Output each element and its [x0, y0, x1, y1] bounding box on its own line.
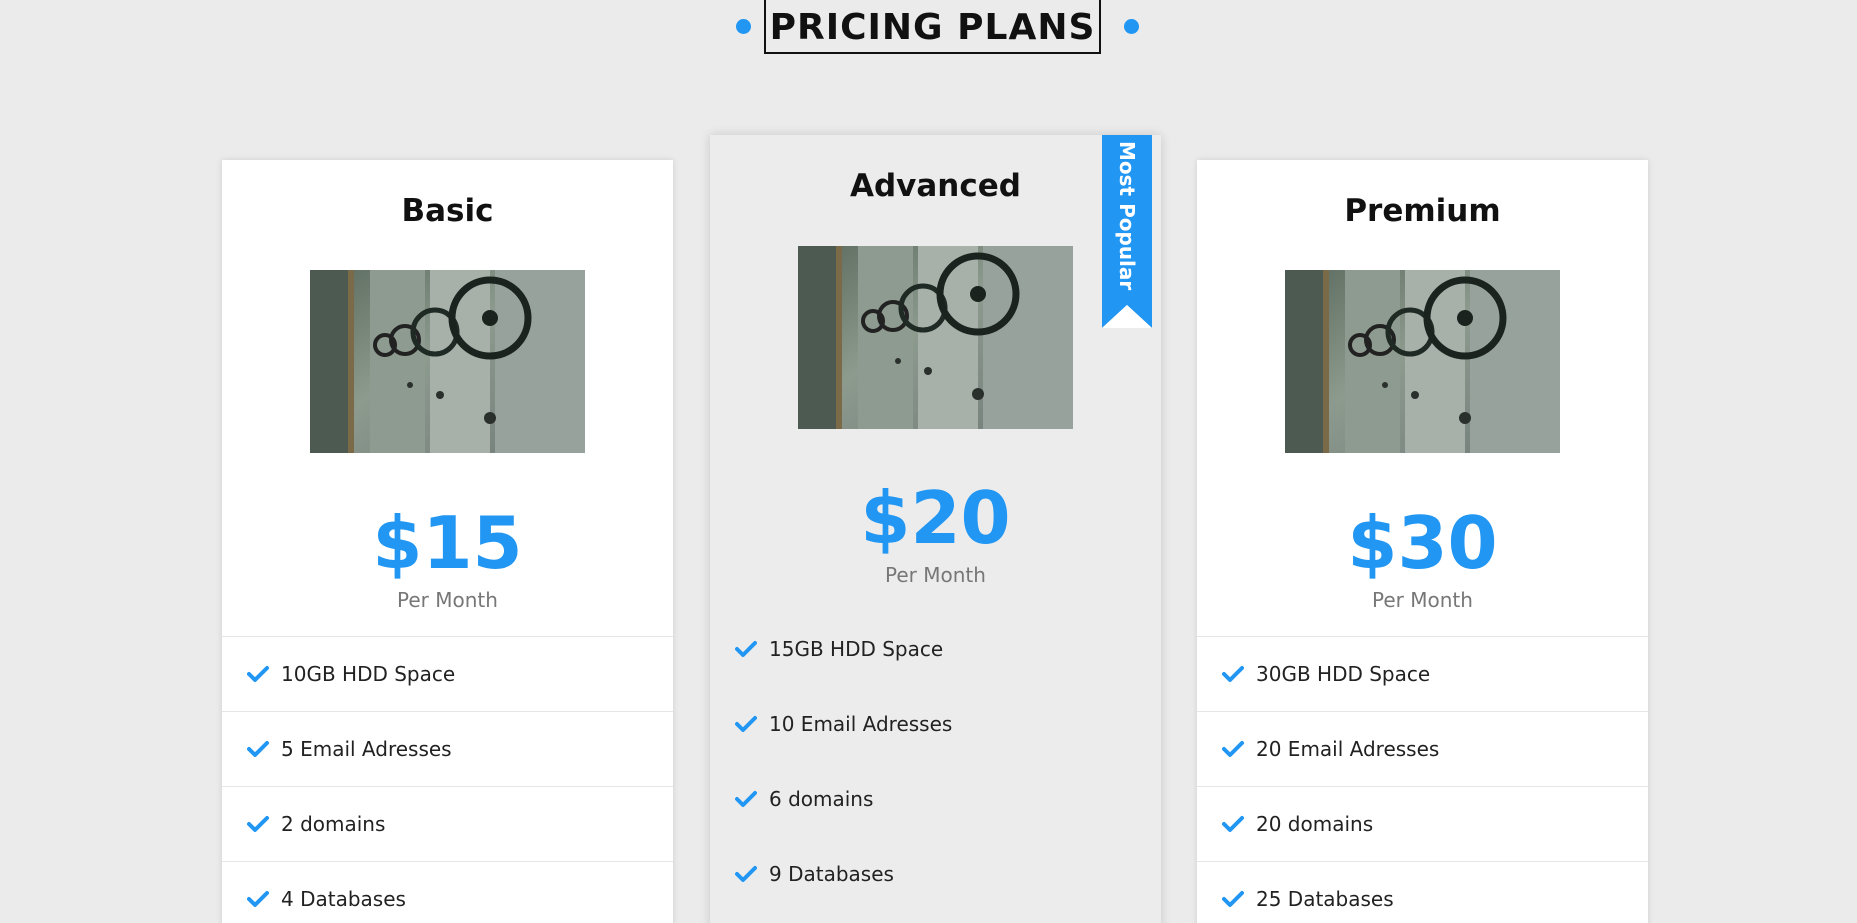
section-title: PRICING PLANS	[764, 0, 1101, 54]
plan-image	[1285, 270, 1560, 453]
check-icon	[735, 640, 757, 657]
feature-item: 2 domains	[222, 786, 673, 861]
plan-card-basic: Basic $15 Per Month 10GB HDD Space 5 Ema…	[222, 160, 673, 923]
feature-label: 2 domains	[281, 812, 386, 836]
plan-price: $15	[372, 501, 523, 585]
check-icon	[735, 715, 757, 732]
feature-list: 15GB HDD Space 10 Email Adresses 6 domai…	[710, 611, 1161, 911]
plan-card-premium: Premium $30 Per Month 30GB HDD Space 20 …	[1197, 160, 1648, 923]
check-icon	[735, 790, 757, 807]
vault-doors-image	[310, 270, 585, 453]
pricing-page: PRICING PLANS Basic $15 Per Month 10GB H…	[0, 0, 1857, 923]
plan-image	[798, 246, 1073, 429]
plan-image	[310, 270, 585, 453]
feature-label: 30GB HDD Space	[1256, 662, 1431, 686]
feature-label: 9 Databases	[769, 861, 894, 886]
feature-label: 6 domains	[769, 786, 874, 811]
plan-period: Per Month	[1372, 588, 1473, 612]
most-popular-ribbon: Most Popular	[1102, 135, 1152, 328]
plan-card-advanced: Advanced $20 Per Month 15GB HDD Space 10…	[710, 135, 1161, 923]
plan-title: Premium	[1344, 193, 1501, 229]
feature-label: 25 Databases	[1256, 887, 1394, 911]
feature-item: 9 Databases	[710, 836, 1161, 911]
heading-dot-right	[1124, 19, 1139, 34]
check-icon	[1222, 816, 1244, 832]
plan-period: Per Month	[885, 563, 986, 587]
check-icon	[1222, 891, 1244, 907]
feature-list: 30GB HDD Space 20 Email Adresses 20 doma…	[1197, 636, 1648, 923]
check-icon	[247, 816, 269, 832]
feature-label: 10GB HDD Space	[281, 662, 456, 686]
check-icon	[247, 891, 269, 907]
feature-label: 10 Email Adresses	[769, 711, 953, 736]
feature-item: 20 domains	[1197, 786, 1648, 861]
feature-list: 10GB HDD Space 5 Email Adresses 2 domain…	[222, 636, 673, 923]
plan-period: Per Month	[397, 588, 498, 612]
heading-dot-left	[736, 19, 751, 34]
feature-label: 5 Email Adresses	[281, 737, 452, 761]
ribbon-label: Most Popular	[1115, 141, 1139, 291]
feature-item: 10 Email Adresses	[710, 686, 1161, 761]
feature-item: 4 Databases	[222, 861, 673, 923]
section-heading: PRICING PLANS	[736, 0, 1139, 58]
plan-price: $30	[1347, 501, 1498, 585]
feature-item: 5 Email Adresses	[222, 711, 673, 786]
check-icon	[735, 865, 757, 882]
feature-label: 15GB HDD Space	[769, 636, 944, 661]
vault-doors-image	[798, 246, 1073, 429]
feature-item: 20 Email Adresses	[1197, 711, 1648, 786]
feature-item: 10GB HDD Space	[222, 636, 673, 711]
feature-label: 4 Databases	[281, 887, 406, 911]
plan-price: $20	[860, 476, 1011, 560]
feature-label: 20 Email Adresses	[1256, 737, 1440, 761]
feature-item: 15GB HDD Space	[710, 611, 1161, 686]
plan-title: Basic	[401, 193, 494, 229]
check-icon	[247, 741, 269, 757]
check-icon	[247, 666, 269, 682]
feature-item: 6 domains	[710, 761, 1161, 836]
check-icon	[1222, 741, 1244, 757]
feature-item: 25 Databases	[1197, 861, 1648, 923]
feature-label: 20 domains	[1256, 812, 1374, 836]
check-icon	[1222, 666, 1244, 682]
vault-doors-image	[1285, 270, 1560, 453]
plan-title: Advanced	[850, 168, 1021, 204]
feature-item: 30GB HDD Space	[1197, 636, 1648, 711]
